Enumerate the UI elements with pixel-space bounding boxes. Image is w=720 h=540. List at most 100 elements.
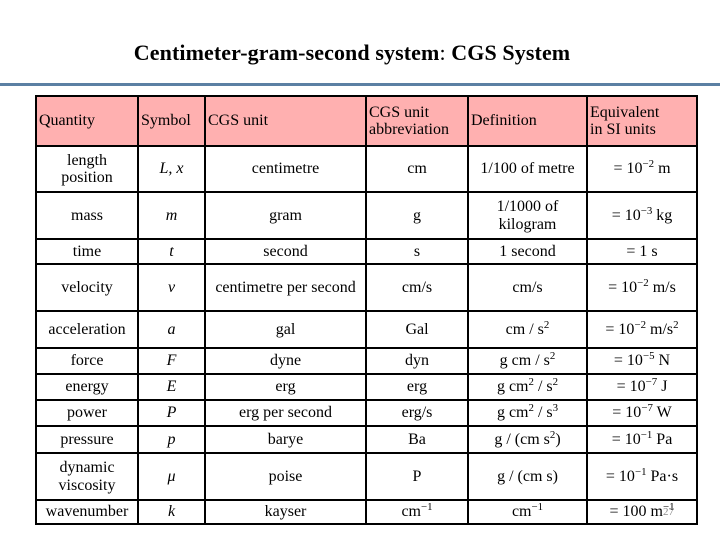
cell-definition: g cm / s2 — [467, 347, 588, 375]
si-unit: N — [654, 352, 671, 370]
header-abbr-line2: abbreviation — [369, 121, 449, 138]
cell-cgs-unit: kayser — [204, 499, 367, 525]
cell-cgs-unit: dyne — [204, 347, 367, 375]
abbreviation-text: Ba — [408, 430, 426, 448]
cell-abbreviation: g — [365, 191, 469, 240]
si-exponent: −1 — [640, 428, 653, 441]
si-exponent: −2 — [637, 276, 649, 289]
cell-abbreviation: erg/s — [365, 399, 469, 427]
cell-definition: 1 second — [467, 238, 588, 265]
si-exponent: −5 — [642, 350, 655, 363]
abbreviation-text: P — [412, 467, 422, 485]
definition-text: g cm / s — [499, 352, 550, 370]
header-si-line2: in SI units — [590, 121, 656, 138]
si-value: = 10 — [605, 467, 635, 485]
cell-cgs-unit: gal — [204, 310, 367, 349]
cell-definition: g cm2 / s3 — [467, 399, 588, 427]
cell-cgs-unit: centimetre per second — [204, 263, 367, 312]
cell-abbreviation: s — [365, 238, 469, 265]
si-exponent: −2 — [642, 158, 655, 171]
quantity-line: mass — [71, 206, 103, 224]
table-row: pressure p barye Ba g / (cm s2) = 10−1 Pa — [35, 425, 698, 454]
quantity-line: pressure — [60, 430, 114, 448]
abbreviation-text: erg/s — [401, 404, 433, 422]
cell-definition: 1/100 of metre — [467, 145, 588, 193]
cell-abbreviation: Ba — [365, 425, 469, 454]
slide-title: Centimeter-gram-second system: CGS Syste… — [0, 40, 704, 66]
definition-text: cm — [511, 503, 532, 521]
header-cgs-abbreviation: CGS unit abbreviation — [365, 95, 469, 147]
table-row: energy Eerg erg g cm2 / s2 = 10−7 J — [35, 373, 698, 401]
quantity-line: power — [67, 404, 107, 422]
definition-exponent: 3 — [552, 402, 559, 415]
si-value: = 10 — [611, 430, 641, 448]
quantity-line: velocity — [61, 278, 113, 296]
si-value: = 1 s — [626, 242, 658, 260]
slide-page-number: 27 — [663, 506, 674, 518]
cell-si-equivalent: = 100 m−1 — [586, 499, 698, 525]
cell-quantity: time — [35, 238, 139, 265]
cell-symbol: L, x — [137, 145, 206, 193]
definition-text: cm / s — [505, 320, 544, 338]
si-value: = 10 — [605, 320, 635, 338]
abbreviation-text: cm — [407, 160, 427, 178]
definition-text: / s — [533, 404, 553, 422]
cell-si-equivalent: = 10−1 Pa·s — [586, 452, 698, 501]
header-definition: Definition — [467, 95, 588, 147]
abbreviation-text: cm/s — [401, 278, 433, 296]
cell-cgs-unit: second — [204, 238, 367, 265]
cell-definition: cm−1 — [467, 499, 588, 525]
quantity-line: time — [72, 242, 102, 260]
quantity-line: viscosity — [58, 476, 116, 494]
title-sub: CGS System — [451, 40, 571, 65]
quantity-line: wavenumber — [45, 503, 129, 521]
si-exponent: −2 — [634, 318, 647, 331]
abbreviation-text: dyn — [405, 352, 429, 370]
abbreviation-text: s — [413, 242, 421, 260]
header-quantity: Quantity — [35, 95, 139, 147]
quantity-line: energy — [65, 378, 109, 396]
header-si-line1: Equivalent — [590, 103, 660, 121]
quantity-line: acceleration — [48, 320, 126, 338]
cell-si-equivalent: = 10−2 m — [586, 145, 698, 193]
header-symbol: Symbol — [137, 95, 206, 147]
cell-quantity: velocity — [35, 263, 139, 312]
cell-cgs-unit: gram — [204, 191, 367, 240]
si-unit: W — [652, 404, 672, 422]
cell-abbreviation: Gal — [365, 310, 469, 349]
cell-cgs-unit: erg — [204, 373, 367, 401]
cell-quantity: acceleration — [35, 310, 139, 349]
cell-symbol: P — [137, 399, 206, 427]
definition-text: / s — [533, 378, 553, 396]
si-value: = 10 — [613, 352, 643, 370]
table-row: mass m gram g 1/1000 of kilogram = 10−3 kg — [35, 191, 698, 240]
header-abbr-line1: CGS unit — [369, 103, 430, 121]
table-row: power Perg per second erg/s g cm2 / s3 = 10−… — [35, 399, 698, 427]
cell-si-equivalent: = 10−2 m/s2 — [586, 310, 698, 349]
cell-quantity: pressure — [35, 425, 139, 454]
table-row: wavenumber k kayser cm−1 cm−1 = 100 m−1 — [35, 499, 698, 525]
cell-abbreviation: cm — [365, 145, 469, 193]
cell-abbreviation: P — [365, 452, 469, 501]
si-value: = 10 — [612, 404, 642, 422]
cell-definition: 1/1000 of kilogram — [467, 191, 588, 240]
cell-cgs-unit: poise — [204, 452, 367, 501]
cell-definition: g / (cm s2) — [467, 425, 588, 454]
cell-definition: g cm2 / s2 — [467, 373, 588, 401]
cell-symbol: k — [137, 499, 206, 525]
table-row: dynamic viscosity μ poise Pg / (cm s) = 10−1 … — [35, 452, 698, 501]
cell-si-equivalent: = 10−3 kg — [586, 191, 698, 240]
cell-si-equivalent: = 10−5 N — [586, 347, 698, 375]
si-value: = 10 — [611, 206, 641, 224]
cell-quantity: force — [35, 347, 139, 375]
definition-text: g cm — [496, 378, 529, 396]
quantity-line: position — [61, 169, 113, 186]
cell-cgs-unit: barye — [204, 425, 367, 454]
si-value: = 10 — [613, 160, 643, 178]
si-unit: J — [657, 378, 668, 396]
definition-exponent: 2 — [543, 318, 550, 331]
cell-quantity: length position — [35, 145, 139, 193]
cell-symbol: E — [137, 373, 206, 401]
definition-exponent: 2 — [552, 376, 559, 389]
cell-abbreviation: cm−1 — [365, 499, 469, 525]
